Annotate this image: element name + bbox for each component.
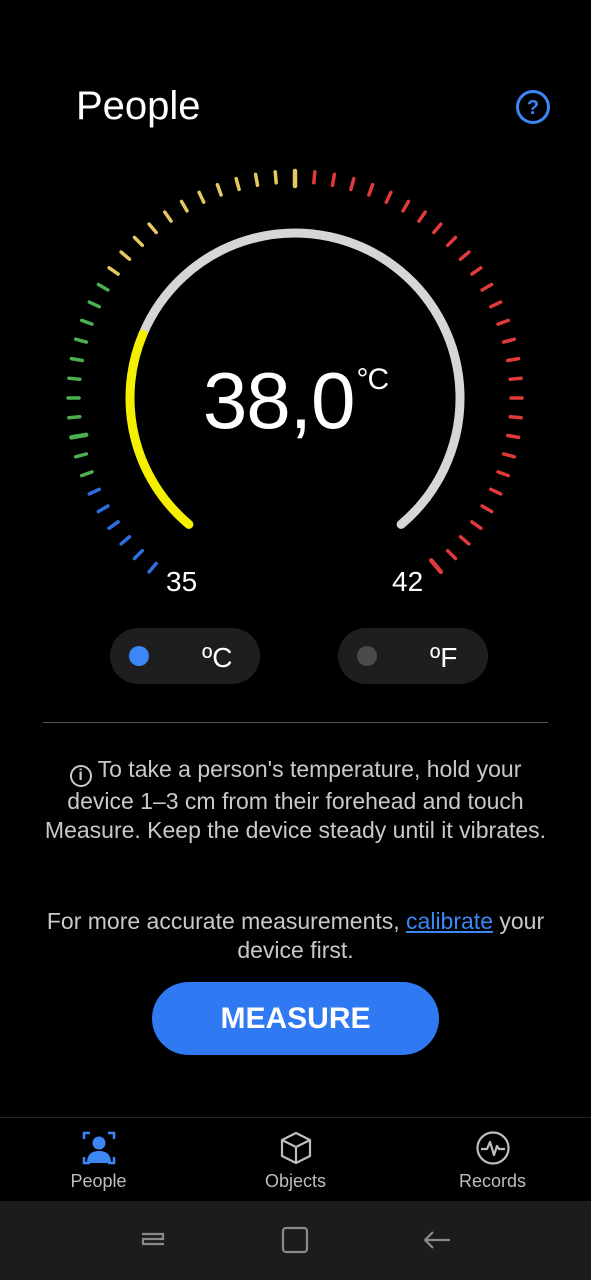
- gauge-tick: [480, 282, 494, 292]
- gauge-min-label: 35: [166, 566, 198, 597]
- gauge-tick: [496, 470, 511, 478]
- nav-label-objects: Objects: [264, 1171, 327, 1191]
- pulse-icon: [476, 1131, 510, 1165]
- gauge-tick: [480, 504, 494, 514]
- gauge-tick: [132, 548, 145, 561]
- gauge-max-label: 42: [392, 566, 424, 597]
- gauge-tick: [384, 190, 393, 204]
- gauge-tick: [96, 504, 110, 514]
- gauge-tick: [107, 266, 120, 276]
- gauge-tick: [179, 199, 189, 213]
- gauge-tick: [79, 318, 94, 326]
- gauge-tick: [73, 337, 89, 344]
- gauge-tick: [87, 300, 101, 309]
- gauge-tick: [253, 172, 260, 188]
- calibration-note: For more accurate measurements, calibrat…: [40, 907, 551, 965]
- cube-icon: [280, 1131, 312, 1165]
- gauge-tick: [234, 176, 241, 192]
- gauge-tick: [401, 199, 411, 213]
- calibration-text-before: For more accurate measurements,: [46, 908, 407, 934]
- gauge-tick: [147, 222, 158, 235]
- gauge-tick: [470, 520, 483, 530]
- gauge-tick: [445, 235, 458, 248]
- temperature-value: 38,0: [202, 356, 356, 445]
- divider: [43, 722, 548, 723]
- gauge-tick: [73, 452, 89, 459]
- fahrenheit-radio-dot: [357, 646, 377, 666]
- help-icon[interactable]: ?: [515, 89, 551, 125]
- bottom-navigation: People Objects Records: [0, 1117, 591, 1202]
- gauge-tick: [107, 520, 120, 530]
- back-icon[interactable]: [420, 1223, 454, 1257]
- gauge-tick: [429, 558, 444, 575]
- celsius-toggle[interactable]: ºC: [110, 628, 260, 684]
- nav-label-records: Records: [458, 1171, 527, 1191]
- info-icon: i: [69, 765, 92, 787]
- gauge-tick: [197, 190, 206, 204]
- gauge-tick: [163, 210, 173, 223]
- gauge-tick: [458, 535, 471, 546]
- recent-apps-icon[interactable]: [136, 1223, 170, 1257]
- calibrate-link[interactable]: calibrate: [406, 908, 493, 934]
- gauge-tick: [312, 170, 317, 185]
- fahrenheit-label: ºF: [430, 642, 458, 673]
- gauge-tick: [349, 176, 356, 192]
- temperature-reading: 38,0°C: [0, 355, 591, 447]
- gauge-tick: [330, 172, 337, 188]
- svg-text:?: ?: [527, 97, 539, 119]
- nav-item-records[interactable]: Records: [394, 1118, 591, 1202]
- instructions-body: To take a person's temperature, hold you…: [44, 756, 547, 843]
- temperature-unit: °C: [356, 363, 390, 396]
- gauge-tick: [445, 548, 458, 561]
- gauge-tick: [96, 282, 110, 292]
- gauge-tick: [147, 561, 158, 574]
- gauge-tick: [489, 487, 503, 496]
- system-navigation-bar: [0, 1201, 591, 1280]
- gauge-tick: [273, 170, 278, 185]
- gauge-tick: [501, 337, 517, 344]
- gauge-tick: [87, 487, 101, 496]
- nav-item-objects[interactable]: Objects: [197, 1118, 394, 1202]
- gauge-tick: [119, 535, 132, 546]
- gauge-tick: [501, 452, 517, 459]
- celsius-label: ºC: [202, 642, 233, 673]
- gauge-tick: [489, 300, 503, 309]
- gauge-tick: [79, 470, 94, 478]
- gauge-tick: [215, 182, 223, 197]
- instructions-text: i To take a person's temperature, hold yo…: [40, 755, 551, 845]
- gauge-tick: [417, 210, 427, 223]
- celsius-radio-dot: [129, 646, 149, 666]
- nav-label-people: People: [70, 1171, 127, 1191]
- gauge-tick: [470, 266, 483, 276]
- nav-item-people[interactable]: People: [0, 1118, 197, 1202]
- measure-button[interactable]: MEASURE: [152, 982, 439, 1055]
- gauge-tick: [367, 182, 375, 197]
- person-icon: [82, 1131, 116, 1165]
- fahrenheit-toggle[interactable]: ºF: [338, 628, 488, 684]
- home-icon[interactable]: [278, 1223, 312, 1257]
- gauge-tick: [132, 235, 145, 248]
- gauge-tick: [458, 250, 471, 261]
- page-title: People: [76, 84, 201, 128]
- gauge-tick: [496, 318, 511, 326]
- gauge-tick: [432, 222, 443, 235]
- gauge-tick: [119, 250, 132, 261]
